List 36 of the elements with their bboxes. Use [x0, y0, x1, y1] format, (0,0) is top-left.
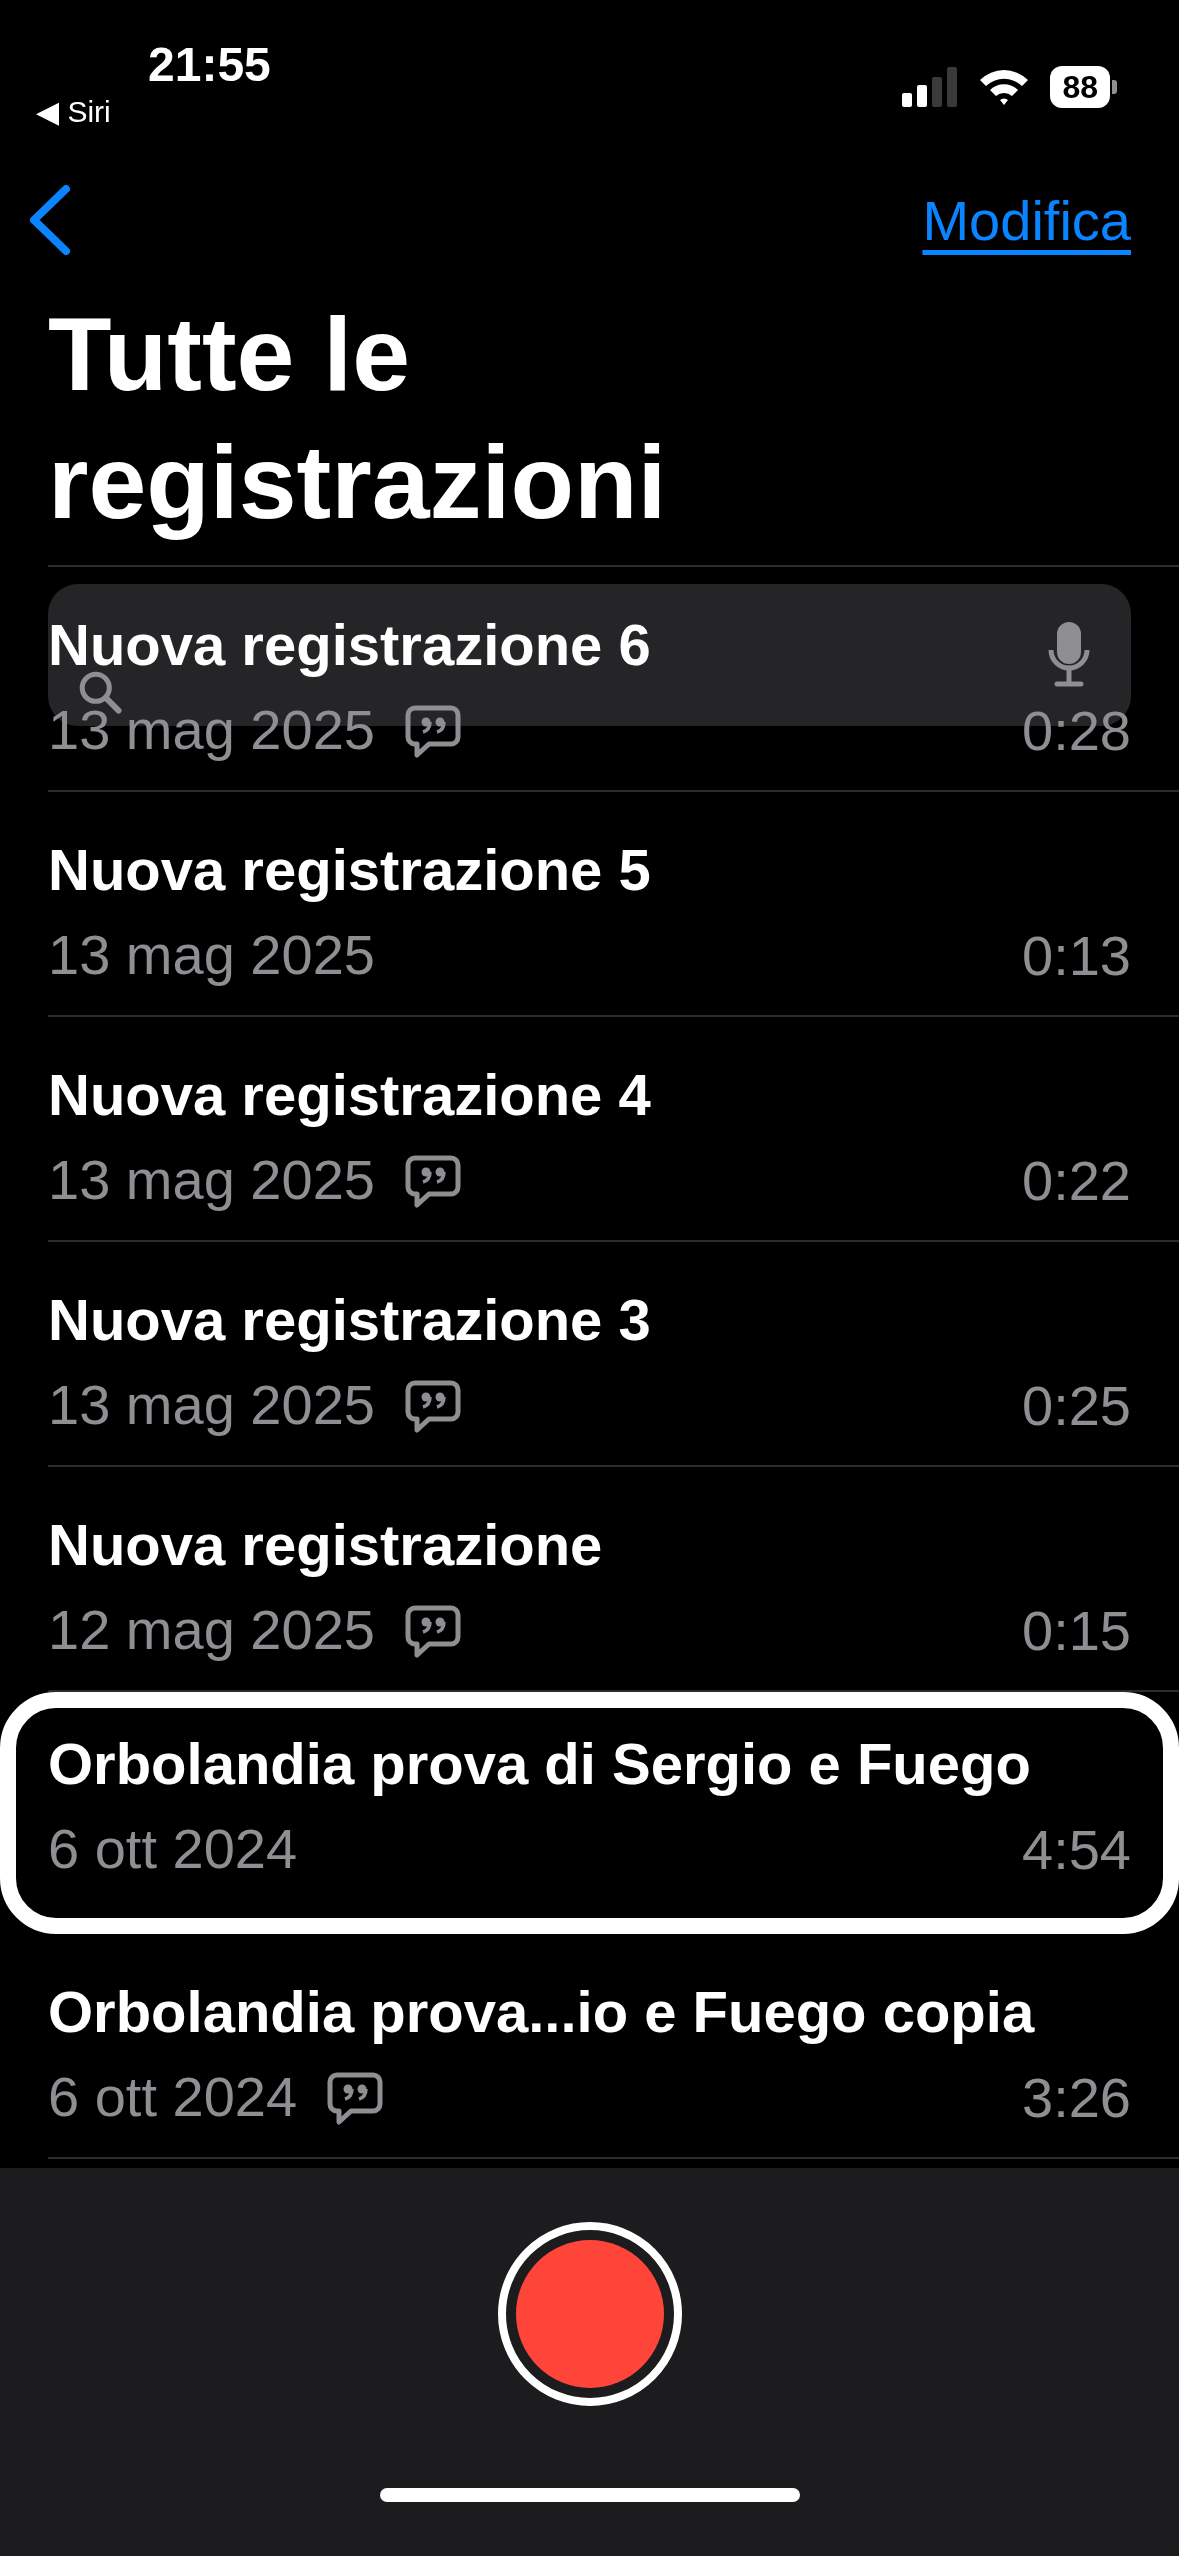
selected-recording-row[interactable]: Orbolandia prova di Sergio e Fuego 6 ott 2024 4:54 — [0, 1692, 1179, 1934]
microphone-icon[interactable] — [1047, 620, 1091, 690]
recording-date: 13 mag 2025 — [48, 922, 375, 988]
page-title: Tutte le registrazioni — [47, 295, 668, 542]
battery-indicator: 88 — [1050, 66, 1117, 108]
recording-duration: 0:22 — [1022, 1147, 1131, 1213]
recording-title: Orbolandia prova di Sergio e Fuego — [48, 1730, 1031, 1798]
recording-title: Nuova registrazione 4 — [48, 1061, 651, 1129]
recording-date: 6 ott 2024 — [48, 2064, 298, 2130]
recording-duration: 0:25 — [1022, 1372, 1131, 1438]
recording-duration: 0:13 — [1022, 922, 1131, 988]
status-time: 21:55 — [148, 37, 271, 93]
recording-date: 13 mag 2025 — [48, 1372, 375, 1438]
recording-row[interactable]: Nuova registrazione 5 13 mag 2025 0:13 — [48, 792, 1179, 1017]
recording-duration: 0:28 — [1022, 697, 1131, 763]
recording-row[interactable]: Nuova registrazione 4 13 mag 2025 0:22 — [48, 1017, 1179, 1242]
recording-title: Nuova registrazione 6 — [48, 611, 651, 679]
signal-icon — [902, 67, 959, 107]
wifi-icon — [978, 67, 1031, 107]
back-to-app-link[interactable]: ◀ Siri — [36, 94, 111, 130]
recording-title: Nuova registrazione 5 — [48, 836, 651, 904]
recording-date: 13 mag 2025 — [48, 1147, 375, 1213]
recording-date: 6 ott 2024 — [48, 1816, 298, 1882]
edit-link[interactable]: Modifica — [922, 187, 1131, 253]
recording-title: Nuova registrazione — [48, 1511, 603, 1579]
recording-date: 13 mag 2025 — [48, 697, 375, 763]
recording-title: Orbolandia prova...io e Fuego copia — [48, 1978, 1035, 2046]
recording-row[interactable]: Nuova registrazione 6 13 mag 2025 0:28 — [48, 567, 1179, 792]
recording-date: 12 mag 2025 — [48, 1597, 375, 1663]
back-chevron-icon[interactable] — [28, 185, 72, 255]
recording-duration: 3:26 — [1022, 2064, 1131, 2130]
recording-duration: 0:15 — [1022, 1597, 1131, 1663]
recording-row[interactable]: Orbolandia prova...io e Fuego copia 6 ott 2024 3:26 — [48, 1934, 1179, 2159]
recording-row[interactable]: Nuova registrazione 3 13 mag 2025 0:25 — [48, 1242, 1179, 1467]
recording-title: Nuova registrazione 3 — [48, 1286, 651, 1354]
recording-duration: 4:54 — [1022, 1816, 1131, 1882]
